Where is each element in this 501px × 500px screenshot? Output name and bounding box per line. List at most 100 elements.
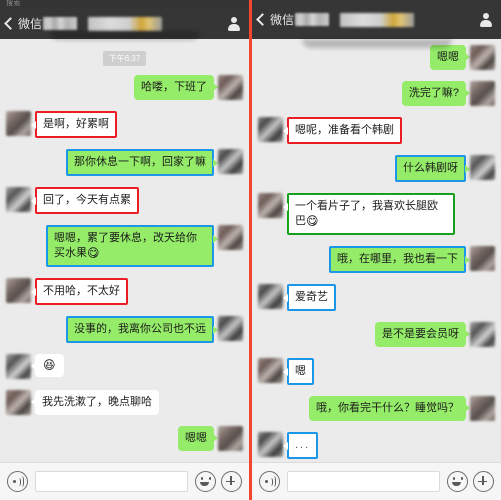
avatar[interactable] <box>470 155 495 180</box>
avatar[interactable] <box>470 322 495 347</box>
message-bubble[interactable]: 是不是要会员呀 <box>375 322 470 347</box>
avatar[interactable] <box>218 316 243 341</box>
voice-record-icon[interactable] <box>7 471 28 492</box>
avatar[interactable] <box>6 390 31 415</box>
avatar[interactable] <box>218 75 243 100</box>
plus-more-icon[interactable] <box>473 471 494 492</box>
contact-person-icon <box>479 13 492 27</box>
message-bubble[interactable]: 什么韩剧呀 <box>395 155 470 182</box>
message-bubble[interactable]: 😆 <box>31 354 64 377</box>
message-bubble[interactable]: 不用哈，不太好 <box>31 278 128 305</box>
left-status-bar-text: 搜索 <box>6 0 21 7</box>
message-bubble[interactable]: 嗯呢，准备看个韩剧 <box>283 117 402 144</box>
bubble-wrap: 嗯嗯，累了要休息，改天给你买水果😋 <box>46 225 218 267</box>
left-contact-button[interactable] <box>227 17 240 31</box>
bubble-wrap: 哦，你看完干什么？睡觉吗？ <box>309 396 470 421</box>
message-row: 是啊，好累啊 <box>0 111 249 138</box>
right-contact-button[interactable] <box>479 13 492 27</box>
left-chat-title-blurred <box>87 16 162 31</box>
right-back-label-blurred <box>295 13 330 26</box>
avatar[interactable] <box>218 225 243 250</box>
bubble-wrap: 是啊，好累啊 <box>31 111 117 138</box>
right-navbar: 微信 <box>252 0 501 39</box>
avatar[interactable] <box>6 278 31 303</box>
avatar[interactable] <box>6 354 31 379</box>
avatar[interactable] <box>470 396 495 421</box>
left-message-input[interactable] <box>35 471 188 492</box>
avatar[interactable] <box>258 193 283 218</box>
message-bubble[interactable]: 那你休息一下啊，回家了嘛 <box>66 149 218 176</box>
message-bubble[interactable]: 嗯嗯，累了要休息，改天给你买水果😋 <box>46 225 218 267</box>
avatar[interactable] <box>258 284 283 309</box>
message-bubble[interactable]: 一个看片子了，我喜欢长腿欧巴😋 <box>283 193 455 235</box>
message-bubble[interactable]: ... <box>282 432 319 459</box>
avatar[interactable] <box>258 432 283 457</box>
avatar[interactable] <box>6 187 31 212</box>
message-text: 哦，在哪里，我也看一下 <box>337 253 458 265</box>
bubble-wrap: 一个看片子了，我喜欢长腿欧巴😋 <box>283 193 455 235</box>
right-message-input[interactable] <box>287 471 440 492</box>
left-message-list[interactable]: 下午6:37 哈喽，下班了是啊，好累啊那你休息一下啊，回家了嘛回了，今天有点累嗯… <box>0 39 249 462</box>
message-bubble[interactable]: 嗯嗯 <box>430 45 470 70</box>
bubble-wrap: 嗯嗯 <box>178 426 218 451</box>
right-message-list[interactable]: 嗯嗯洗完了嘛? 嗯呢，准备看个韩剧什么韩剧呀一个看片子了，我喜欢长腿欧巴😋 哦，在哪… <box>252 39 501 462</box>
message-bubble[interactable]: 回了，今天有点累 <box>31 187 139 214</box>
bubble-wrap: ... <box>282 432 319 459</box>
left-back-button[interactable]: 微信 <box>4 15 78 32</box>
avatar[interactable] <box>470 45 495 70</box>
message-bubble[interactable]: 哈喽，下班了 <box>134 75 218 100</box>
message-bubble[interactable]: 哦，在哪里，我也看一下 <box>329 246 470 273</box>
avatar[interactable] <box>258 117 283 142</box>
message-text: 没事的，我离你公司也不远 <box>74 323 206 335</box>
avatar[interactable] <box>6 111 31 136</box>
avatar[interactable] <box>258 358 283 383</box>
smiley-face-icon[interactable] <box>195 471 216 492</box>
message-text: 什么韩剧呀 <box>403 162 458 174</box>
left-chat-screen: 搜索 微信 下午6:37 哈喽，下班了是啊，好累啊那你休息一下啊，回家了嘛回了，… <box>0 0 249 500</box>
message-bubble[interactable]: 爱奇艺 <box>283 284 336 311</box>
message-row: 😆 <box>0 354 249 379</box>
message-row: 哈喽，下班了 <box>0 75 249 100</box>
message-row: 那你休息一下啊，回家了嘛 <box>0 149 249 176</box>
message-bubble[interactable]: 洗完了嘛? <box>401 81 471 106</box>
avatar[interactable] <box>218 426 243 451</box>
left-input-bar <box>0 462 249 500</box>
message-text: 是不是要会员呀 <box>382 328 459 340</box>
plus-more-icon[interactable] <box>221 471 242 492</box>
message-bubble[interactable]: 嗯嗯 <box>178 426 218 451</box>
emoji-icon: 😋 <box>87 246 100 260</box>
message-bubble[interactable]: 没事的，我离你公司也不远 <box>66 316 218 343</box>
message-text: 爱奇艺 <box>295 291 328 303</box>
message-bubble[interactable]: 是啊，好累啊 <box>31 111 117 138</box>
left-timestamp: 下午6:37 <box>0 51 249 66</box>
right-back-button[interactable]: 微信 <box>256 11 330 28</box>
bubble-wrap: 哦，在哪里，我也看一下 <box>329 246 470 273</box>
emoji-icon: 😆 <box>43 358 56 372</box>
message-row: 哦，你看完干什么？睡觉吗？ <box>252 396 501 421</box>
avatar[interactable] <box>218 149 243 174</box>
message-row: 爱奇艺 <box>252 284 501 311</box>
message-row: 回了，今天有点累 <box>0 187 249 214</box>
message-bubble[interactable]: 我先洗漱了，晚点聊哈 <box>31 390 159 415</box>
message-text: 哈喽，下班了 <box>141 81 207 93</box>
smiley-face-icon[interactable] <box>447 471 468 492</box>
bubble-wrap: 哈喽，下班了 <box>134 75 218 100</box>
bubble-wrap: 嗯呢，准备看个韩剧 <box>283 117 402 144</box>
message-text: 嗯嗯 <box>185 432 207 444</box>
voice-record-icon[interactable] <box>259 471 280 492</box>
message-row: 嗯嗯 <box>252 45 501 70</box>
message-row: 没事的，我离你公司也不远 <box>0 316 249 343</box>
message-text: 嗯呢，准备看个韩剧 <box>295 124 394 136</box>
message-text: 我先洗漱了，晚点聊哈 <box>42 396 152 408</box>
avatar[interactable] <box>470 81 495 106</box>
message-row: 哦，在哪里，我也看一下 <box>252 246 501 273</box>
message-row: 嗯呢，准备看个韩剧 <box>252 117 501 144</box>
message-text: 那你休息一下啊，回家了嘛 <box>74 156 206 168</box>
message-row: 洗完了嘛? <box>252 81 501 106</box>
message-bubble[interactable]: 嗯 <box>283 358 314 385</box>
avatar[interactable] <box>470 246 495 271</box>
bubble-wrap: 嗯嗯 <box>430 45 470 70</box>
message-bubble[interactable]: 哦，你看完干什么？睡觉吗？ <box>309 396 470 421</box>
right-input-bar <box>252 462 501 500</box>
bubble-wrap: 爱奇艺 <box>283 284 336 311</box>
